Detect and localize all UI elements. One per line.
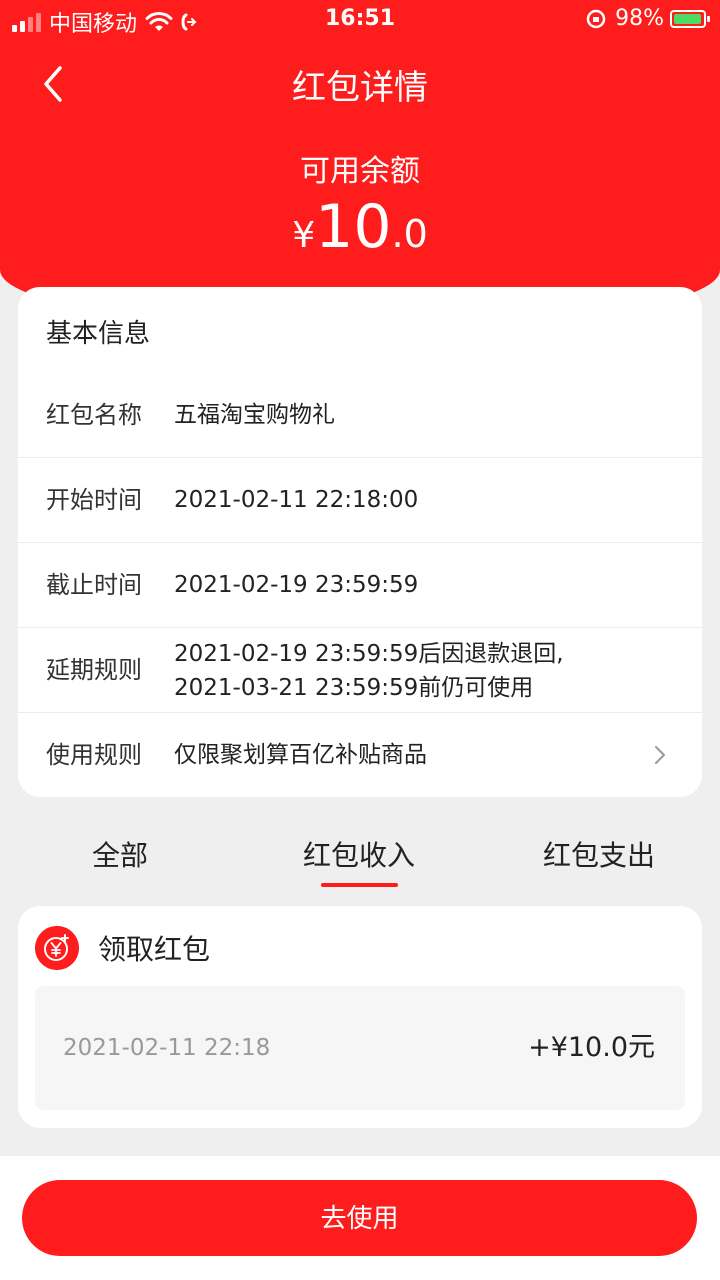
balance-amount: ¥10.0	[0, 192, 720, 262]
tab-expense[interactable]: 红包支出	[543, 834, 655, 874]
balance-integer: 10	[315, 192, 392, 262]
basic-info-card: 基本信息 红包名称 五福淘宝购物礼 开始时间 2021-02-11 22:18:…	[18, 287, 702, 797]
extension-rule-line-1: 2021-02-19 23:59:59后因退款退回,	[174, 641, 564, 667]
info-row-extension-rule: 延期规则 2021-02-19 23:59:59后因退款退回, 2021-03-…	[18, 628, 702, 713]
rotation-lock-icon	[586, 9, 606, 28]
info-row-usage-rule[interactable]: 使用规则 仅限聚划算百亿补贴商品	[18, 713, 702, 798]
record-card: 领取红包 2021-02-11 22:18 +¥10.0元	[18, 906, 702, 1128]
battery-percent: 98%	[615, 6, 664, 31]
use-button[interactable]: 去使用	[22, 1180, 697, 1256]
tab-all[interactable]: 全部	[92, 834, 148, 874]
info-row-name: 红包名称 五福淘宝购物礼	[18, 373, 702, 458]
chevron-right-icon	[655, 746, 665, 764]
page-title: 红包详情	[292, 68, 428, 108]
extension-rule-line-2: 2021-03-21 23:59:59前仍可使用	[174, 675, 534, 701]
record-time: 2021-02-11 22:18	[63, 1035, 271, 1061]
balance-decimal: .0	[391, 212, 428, 256]
balance-currency: ¥	[292, 215, 316, 256]
record-title: 领取红包	[98, 933, 211, 966]
active-tab-indicator	[321, 883, 398, 887]
tab-income[interactable]: 红包收入	[303, 834, 415, 874]
info-row-end-time: 截止时间 2021-02-19 23:59:59	[18, 543, 702, 628]
battery-icon	[670, 9, 710, 28]
status-bar: 中国移动 16:51 98%	[0, 0, 720, 40]
red-packet-yuan-icon	[35, 926, 79, 970]
record-amount: +¥10.0元	[528, 1032, 655, 1063]
record-item: 2021-02-11 22:18 +¥10.0元	[35, 986, 685, 1110]
info-row-start-time: 开始时间 2021-02-11 22:18:00	[18, 458, 702, 543]
card-title: 基本信息	[46, 319, 151, 349]
balance-label: 可用余额	[300, 154, 420, 189]
